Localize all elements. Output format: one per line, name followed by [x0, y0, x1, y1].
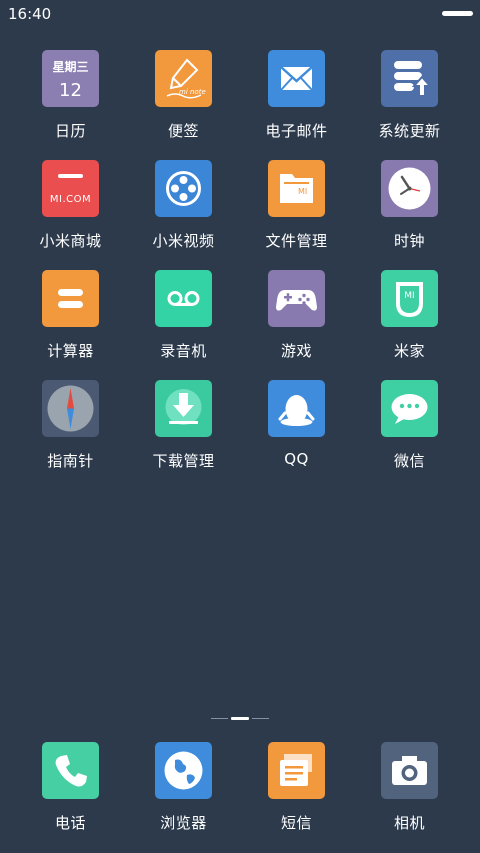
app-recorder[interactable]: 录音机 — [127, 270, 240, 380]
page-dot — [211, 718, 228, 719]
app-label: 电话 — [54, 814, 86, 832]
app-calendar[interactable]: 星期三 12 日历 — [14, 50, 127, 160]
film-reel-icon[interactable] — [155, 160, 212, 217]
app-qq[interactable]: QQ — [240, 380, 353, 490]
app-mi-home[interactable]: MI 米家 — [353, 270, 466, 380]
app-clock[interactable]: 时钟 — [353, 160, 466, 270]
app-label: 小米视频 — [152, 232, 215, 250]
compass-icon[interactable] — [42, 380, 99, 437]
app-calculator[interactable]: 计算器 — [14, 270, 127, 380]
icon-caption: MI — [298, 187, 308, 196]
gamepad-icon[interactable] — [268, 270, 325, 327]
calendar-icon[interactable]: 星期三 12 — [42, 50, 99, 107]
app-label: 小米商城 — [39, 232, 102, 250]
app-label: 录音机 — [160, 342, 207, 360]
app-label: 微信 — [393, 452, 425, 470]
equals-icon[interactable] — [42, 270, 99, 327]
app-row: 计算器 录音机 游戏 MI 米家 — [14, 270, 466, 380]
envelope-icon[interactable] — [268, 50, 325, 107]
page-indicator[interactable] — [211, 717, 269, 720]
app-label: 游戏 — [280, 342, 312, 360]
voicemail-icon[interactable] — [155, 270, 212, 327]
app-sms[interactable]: 短信 — [240, 742, 353, 833]
app-email[interactable]: 电子邮件 — [240, 50, 353, 160]
message-icon[interactable] — [268, 742, 325, 799]
globe-icon[interactable] — [155, 742, 212, 799]
app-label: 便签 — [167, 122, 199, 140]
app-row: MI.COM 小米商城 小米视频 MI 文件管理 时钟 — [14, 160, 466, 270]
app-camera[interactable]: 相机 — [353, 742, 466, 833]
dock: 电话 浏览器 短信 相机 — [14, 742, 466, 833]
app-label: 电子邮件 — [265, 122, 328, 140]
calendar-day: 12 — [59, 80, 82, 101]
app-label: 浏览器 — [160, 814, 207, 832]
app-label: 日历 — [54, 122, 86, 140]
app-label: 相机 — [393, 814, 425, 832]
app-system-update[interactable]: 系统更新 — [353, 50, 466, 160]
calendar-weekday: 星期三 — [52, 60, 89, 74]
app-notes[interactable]: mi note 便签 — [127, 50, 240, 160]
mijia-icon[interactable]: MI — [381, 270, 438, 327]
status-pill — [442, 11, 473, 16]
app-row: 指南针 下载管理 QQ 微信 — [14, 380, 466, 490]
app-label: 短信 — [280, 814, 312, 832]
app-label: 文件管理 — [265, 232, 328, 250]
app-download-manager[interactable]: 下载管理 — [127, 380, 240, 490]
app-grid: 星期三 12 日历 mi note 便签 电子邮件 系统更新 MI.COM 小米商城 小米视频 MI… — [14, 50, 466, 490]
app-label: 计算器 — [47, 342, 94, 360]
shop-bag-icon[interactable]: MI.COM — [42, 160, 99, 217]
app-label: 米家 — [393, 342, 425, 360]
app-label: 系统更新 — [378, 122, 441, 140]
phone-icon[interactable] — [42, 742, 99, 799]
chat-bubbles-icon[interactable] — [381, 380, 438, 437]
icon-caption: mi note — [179, 88, 206, 96]
update-stack-icon[interactable] — [381, 50, 438, 107]
app-label: QQ — [284, 450, 309, 468]
app-file-manager[interactable]: MI 文件管理 — [240, 160, 353, 270]
app-label: 指南针 — [47, 452, 94, 470]
penguin-icon[interactable] — [268, 380, 325, 437]
app-label: 下载管理 — [152, 452, 215, 470]
mall-caption: MI.COM — [49, 194, 92, 205]
page-dot-active — [231, 717, 249, 720]
camera-icon[interactable] — [381, 742, 438, 799]
app-mi-video[interactable]: 小米视频 — [127, 160, 240, 270]
clock-icon[interactable] — [381, 160, 438, 217]
app-games[interactable]: 游戏 — [240, 270, 353, 380]
app-browser[interactable]: 浏览器 — [127, 742, 240, 833]
download-icon[interactable] — [155, 380, 212, 437]
app-phone[interactable]: 电话 — [14, 742, 127, 833]
app-label: 时钟 — [393, 232, 425, 250]
status-time: 16:40 — [8, 5, 52, 23]
app-compass[interactable]: 指南针 — [14, 380, 127, 490]
folder-icon[interactable]: MI — [268, 160, 325, 217]
page-dot — [252, 718, 269, 719]
shop-bag-handle — [58, 174, 83, 178]
pen-note-icon[interactable]: mi note — [155, 50, 212, 107]
app-mi-mall[interactable]: MI.COM 小米商城 — [14, 160, 127, 270]
svg-text:MI: MI — [404, 291, 414, 301]
status-bar: 16:40 — [0, 0, 480, 28]
app-wechat[interactable]: 微信 — [353, 380, 466, 490]
app-row: 星期三 12 日历 mi note 便签 电子邮件 系统更新 — [14, 50, 466, 160]
